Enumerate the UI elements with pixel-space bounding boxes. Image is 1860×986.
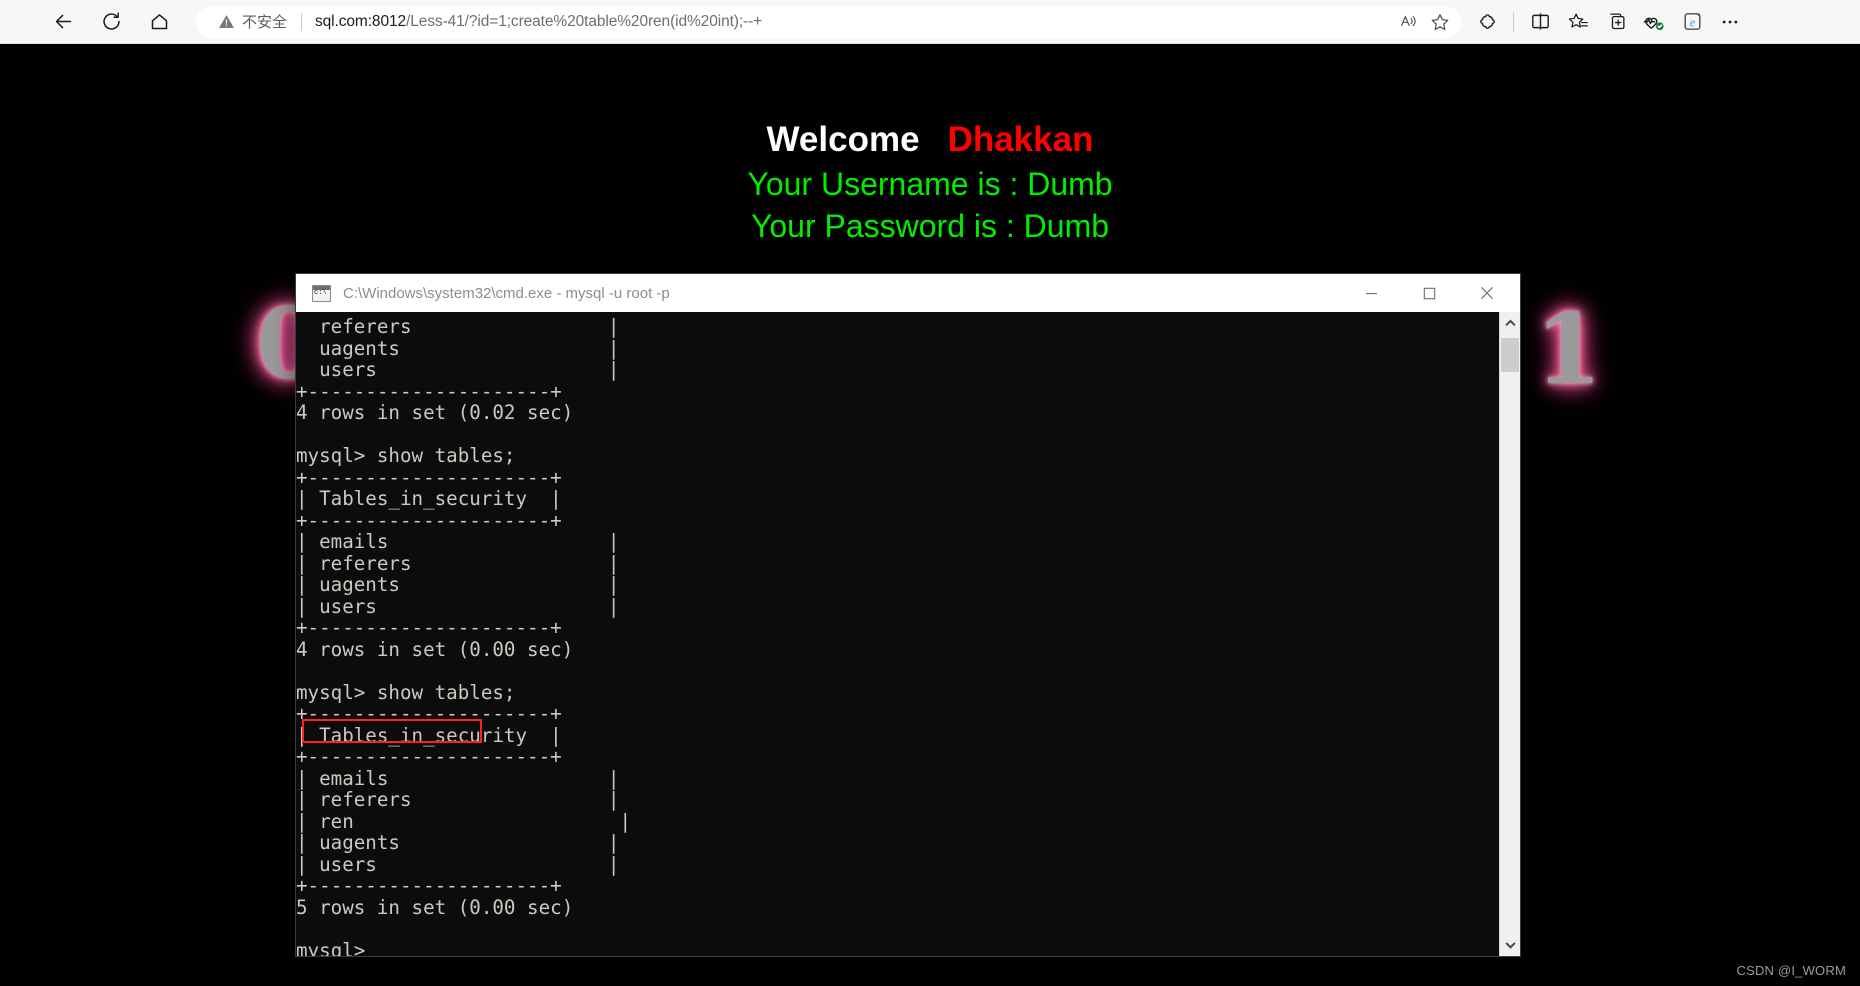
close-button[interactable] xyxy=(1458,274,1516,312)
profile-button[interactable]: e xyxy=(1674,5,1710,39)
read-aloud-icon xyxy=(1400,15,1416,27)
maximize-icon xyxy=(1423,287,1435,299)
username-line: Your Username is : Dumb xyxy=(747,166,1113,202)
welcome-block: Welcome Dhakkan Your Username is : Dumb Y… xyxy=(0,118,1860,246)
scrollbar-down-arrow[interactable] xyxy=(1500,934,1520,956)
password-line: Your Password is : Dumb xyxy=(750,208,1110,244)
chevron-up-icon xyxy=(1504,319,1516,327)
cmd-console[interactable]: referers | uagents | users | +----------… xyxy=(296,312,1499,956)
maximize-button[interactable] xyxy=(1400,274,1458,312)
welcome-heading: Welcome Dhakkan xyxy=(0,118,1860,162)
url-host: sql.com:8012 xyxy=(315,12,407,30)
favorite-button[interactable] xyxy=(1425,8,1455,36)
back-arrow-icon xyxy=(55,14,71,29)
browser-essentials-button[interactable] xyxy=(1636,5,1672,39)
cmd-app-icon xyxy=(312,284,331,302)
chevron-down-icon xyxy=(1504,942,1516,949)
decorative-glyph-right: 1 xyxy=(1535,293,1602,406)
home-icon xyxy=(151,14,167,30)
browser-toolbar: 不安全 sql.com:8012/Less-41/?id=1;create%20… xyxy=(0,0,1860,44)
split-screen-button[interactable] xyxy=(1522,5,1558,39)
split-screen-icon xyxy=(1531,13,1549,30)
scrollbar-thumb[interactable] xyxy=(1501,338,1519,372)
refresh-icon xyxy=(102,12,120,30)
welcome-user-name: Dhakkan xyxy=(947,120,1094,159)
edge-profile-icon: e xyxy=(1683,13,1701,30)
svg-text:e: e xyxy=(1689,15,1695,29)
read-aloud-button[interactable] xyxy=(1393,8,1423,36)
address-bar-icons xyxy=(1393,8,1455,36)
security-label: 不安全 xyxy=(242,14,288,31)
toolbar-right-icons: e xyxy=(1469,5,1748,39)
scrollbar-up-arrow[interactable] xyxy=(1500,312,1520,334)
collections-button[interactable] xyxy=(1598,5,1634,39)
extensions-puzzle-icon xyxy=(1479,14,1495,29)
cmd-body: referers | uagents | users | +----------… xyxy=(296,312,1520,956)
url-text[interactable]: sql.com:8012/Less-41/?id=1;create%20tabl… xyxy=(315,13,1387,31)
minimize-button[interactable] xyxy=(1342,274,1400,312)
heartbeat-icon xyxy=(1643,17,1664,30)
cmd-title-text: C:\Windows\system32\cmd.exe - mysql -u r… xyxy=(343,284,670,302)
toolbar-separator xyxy=(1513,11,1514,32)
collections-icon xyxy=(1609,13,1625,30)
cmd-window[interactable]: C:\Windows\system32\cmd.exe - mysql -u r… xyxy=(296,274,1520,956)
home-button[interactable] xyxy=(140,3,178,41)
minimize-icon xyxy=(1365,292,1377,294)
page-content: Welcome Dhakkan Your Username is : Dumb Y… xyxy=(0,44,1860,986)
console-output: referers | uagents | users | +----------… xyxy=(296,315,632,956)
address-divider xyxy=(301,12,303,31)
cmd-title-bar[interactable]: C:\Windows\system32\cmd.exe - mysql -u r… xyxy=(296,274,1520,312)
security-indicator[interactable]: 不安全 xyxy=(218,11,287,32)
settings-and-more-button[interactable] xyxy=(1712,5,1748,39)
back-button[interactable] xyxy=(44,3,82,41)
extensions-button[interactable] xyxy=(1469,5,1505,39)
url-path: /Less-41/?id=1;create%20table%20ren(id%2… xyxy=(406,12,763,30)
watermark-text: CSDN @I_WORM xyxy=(1736,963,1846,978)
refresh-button[interactable] xyxy=(92,3,130,41)
welcome-word: Welcome xyxy=(766,120,920,159)
star-icon xyxy=(1431,13,1449,30)
close-icon xyxy=(1480,286,1494,300)
favorites-button[interactable] xyxy=(1560,5,1596,39)
address-bar[interactable]: 不安全 sql.com:8012/Less-41/?id=1;create%20… xyxy=(196,5,1461,38)
favorites-star-list-icon xyxy=(1568,13,1588,28)
warning-triangle-icon xyxy=(218,13,235,30)
ellipsis-icon xyxy=(1722,20,1738,23)
cmd-vertical-scrollbar[interactable] xyxy=(1499,312,1520,956)
